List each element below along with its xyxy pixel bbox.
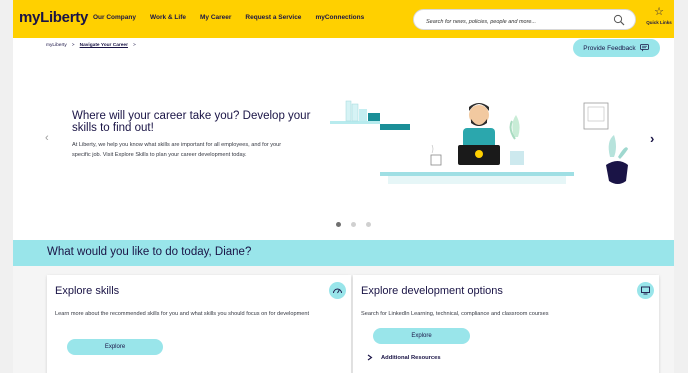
- monitor-icon: [637, 282, 654, 299]
- card-description: Search for LinkedIn Learning, technical,…: [361, 311, 549, 317]
- quick-links-label: Quick Links: [646, 20, 672, 25]
- additional-resources-label: Additional Resources: [381, 354, 441, 361]
- card-title: Explore development options: [361, 285, 503, 297]
- hero-body: At Liberty, we help you know what skills…: [72, 142, 282, 158]
- explore-skills-card: Explore skills Learn more about the reco…: [47, 275, 351, 373]
- quick-links-button[interactable]: ☆ Quick Links: [645, 6, 673, 26]
- carousel-dot[interactable]: [336, 222, 341, 227]
- carousel-dot[interactable]: [351, 222, 356, 227]
- explore-development-card: Explore development options Search for L…: [353, 275, 659, 373]
- star-icon: ☆: [654, 6, 664, 18]
- nav-myconnections[interactable]: myConnections: [315, 14, 364, 21]
- chat-icon: [639, 44, 649, 52]
- page-gutter-left: [0, 0, 13, 373]
- card-description: Learn more about the recommended skills …: [55, 311, 310, 317]
- search-input[interactable]: [426, 12, 616, 32]
- carousel-prev-button[interactable]: ‹: [45, 132, 49, 144]
- main-nav: Our Company Work & Life My Career Reques…: [93, 14, 378, 21]
- logo[interactable]: myLiberty: [19, 9, 88, 26]
- search-box: [413, 9, 636, 32]
- explore-skills-button[interactable]: Explore: [67, 339, 163, 355]
- nav-my-career[interactable]: My Career: [200, 14, 231, 21]
- breadcrumb-separator: >: [71, 43, 75, 48]
- breadcrumb-current[interactable]: Navigate Your Career: [80, 43, 128, 48]
- provide-feedback-button[interactable]: Provide Feedback: [573, 39, 660, 57]
- feedback-label: Provide Feedback: [583, 44, 636, 52]
- breadcrumb: myLiberty > Navigate Your Career >: [46, 43, 136, 48]
- search-icon[interactable]: [613, 14, 625, 26]
- nav-our-company[interactable]: Our Company: [93, 14, 136, 21]
- breadcrumb-separator: >: [132, 43, 136, 48]
- nav-work-life[interactable]: Work & Life: [150, 14, 186, 21]
- greeting-title: What would you like to do today, Diane?: [47, 246, 252, 258]
- additional-resources-link[interactable]: Additional Resources: [367, 354, 441, 361]
- breadcrumb-root[interactable]: myLiberty: [46, 43, 67, 48]
- hero-illustration: [330, 100, 628, 184]
- gauge-icon: [329, 282, 346, 299]
- explore-development-button[interactable]: Explore: [373, 328, 470, 344]
- carousel-dot[interactable]: [366, 222, 371, 227]
- carousel-indicators: [336, 222, 371, 227]
- page-gutter-right: [674, 0, 688, 373]
- top-navigation-bar: myLiberty Our Company Work & Life My Car…: [13, 0, 674, 38]
- nav-request-service[interactable]: Request a Service: [245, 14, 301, 21]
- hero-title: Where will your career take you? Develop…: [72, 110, 311, 134]
- page-frame: myLiberty Our Company Work & Life My Car…: [13, 0, 674, 373]
- card-title: Explore skills: [55, 285, 120, 297]
- chevron-right-icon: [367, 354, 373, 361]
- carousel-next-button[interactable]: ›: [650, 131, 654, 146]
